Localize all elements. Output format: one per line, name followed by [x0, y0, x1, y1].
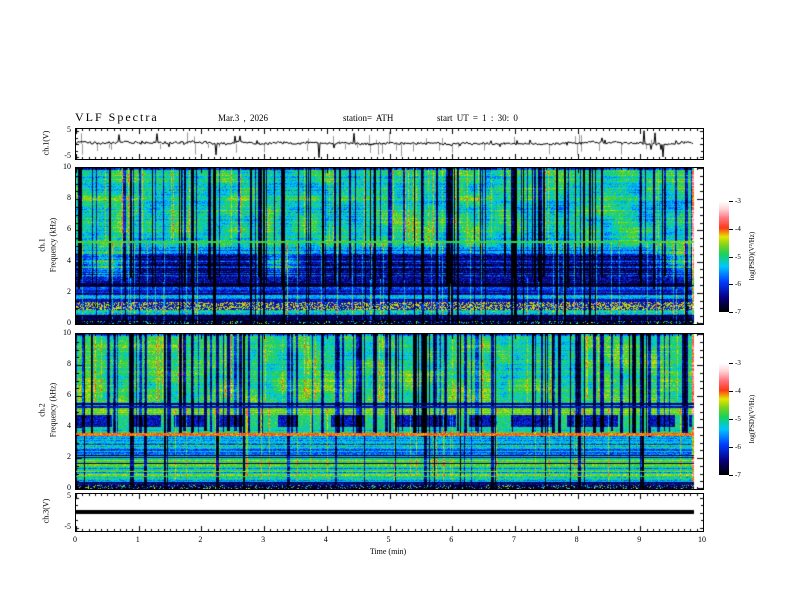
- vlf-spectra-page: VLF Spectra Mar.3 , 2026 station= ATH st…: [0, 0, 792, 612]
- colorbar-tick-label: -7: [735, 308, 741, 316]
- ch1-freq-tick-label: 4: [67, 255, 71, 265]
- ch1-freq-tick-label: 0: [67, 318, 71, 327]
- x-tick-label: 8: [574, 535, 579, 544]
- colorbar-tickmark: [729, 475, 733, 476]
- colorbar-tick-label: -4: [735, 387, 741, 395]
- colorbar-tick-label: -5: [735, 415, 741, 423]
- header-date: Mar.3 , 2026: [218, 113, 268, 123]
- ch2-channel-label: ch.2: [37, 403, 47, 417]
- x-tick-label: 4: [323, 535, 328, 544]
- ch1-voltage-panel: [75, 128, 704, 160]
- colorbar-tickmark: [729, 256, 733, 258]
- x-tick-label: 10: [698, 535, 706, 544]
- colorbar-tick-label: -3: [735, 359, 741, 367]
- x-tick-label: 0: [73, 535, 77, 544]
- ch1-voltage-axis-label: ch.1(V): [41, 130, 51, 156]
- ch1-volt-tick-label: -5: [64, 151, 71, 160]
- ch1-freq-tick-label: 8: [67, 193, 71, 203]
- colorbar-tickmark: [729, 284, 733, 286]
- colorbar-tickmark: [729, 419, 733, 420]
- ch3-voltage-panel: [75, 493, 704, 532]
- ch2-freq-tick-label: 4: [67, 421, 71, 430]
- colorbar-tick-label: -3: [735, 197, 741, 205]
- ch2-freq-tick-label: 2: [67, 452, 71, 461]
- colorbar-tick-label: -7: [735, 471, 741, 479]
- ch1-freq-tick-label: 2: [67, 286, 71, 296]
- x-axis-title: Time (min): [369, 547, 407, 556]
- colorbar-tick-label: -4: [735, 224, 741, 233]
- ch2-freq-tick-label: 8: [67, 359, 71, 368]
- colorbar-ch1-label: log(PSD)(V²/Hz): [748, 231, 756, 281]
- colorbar-ch2: [719, 363, 729, 475]
- ch1-volt-tick-label: 5: [67, 125, 71, 134]
- ch1-spectrogram-canvas: [76, 168, 703, 324]
- ch3-volt-tick-label: 5: [67, 491, 71, 500]
- colorbar-tickmark: [729, 363, 733, 364]
- ch3-volt-tick-label: -5: [64, 522, 71, 531]
- ch1-channel-label: ch.1: [37, 238, 47, 252]
- colorbar-tick-label: -5: [735, 252, 741, 261]
- colorbar-tick-label: -6: [735, 443, 741, 451]
- x-tick-label: 3: [261, 535, 266, 544]
- ch1-freq-tick-label: 10: [63, 162, 71, 171]
- ch1-waveform-canvas: [76, 129, 703, 159]
- x-tick-label: 6: [449, 535, 454, 544]
- colorbar-tickmark: [729, 391, 733, 392]
- colorbar-ch1: [719, 201, 729, 312]
- colorbar-ch2-label: log(PSD)(V²/Hz): [748, 394, 756, 444]
- colorbar-tickmark: [729, 312, 733, 313]
- x-tick-label: 9: [637, 535, 642, 544]
- header-station: station= ATH: [343, 113, 394, 123]
- x-tick-label: 1: [135, 535, 140, 544]
- header-start-ut: start UT = 1 : 30: 0: [437, 113, 518, 123]
- colorbar-tick-label: -6: [735, 280, 741, 289]
- ch2-freq-tick-label: 6: [67, 390, 71, 399]
- ch3-waveform-canvas: [76, 494, 703, 531]
- ch3-voltage-axis-label: ch.3(V): [41, 498, 51, 524]
- ch1-freq-tick-label: 6: [67, 224, 71, 234]
- x-tick-label: 2: [198, 535, 203, 544]
- x-tick-label: 7: [511, 535, 516, 544]
- colorbar-tickmark: [729, 228, 733, 230]
- x-tick-label: 5: [386, 535, 391, 544]
- ch1-spectrogram-panel: [75, 167, 704, 325]
- ch2-freq-tick-label: 10: [63, 328, 71, 337]
- ch2-spectrogram-panel: [75, 333, 704, 490]
- page-title: VLF Spectra: [75, 110, 159, 124]
- colorbar-tickmark: [729, 447, 733, 448]
- ch2-spectrogram-canvas: [76, 334, 703, 489]
- colorbar-tickmark: [729, 201, 733, 202]
